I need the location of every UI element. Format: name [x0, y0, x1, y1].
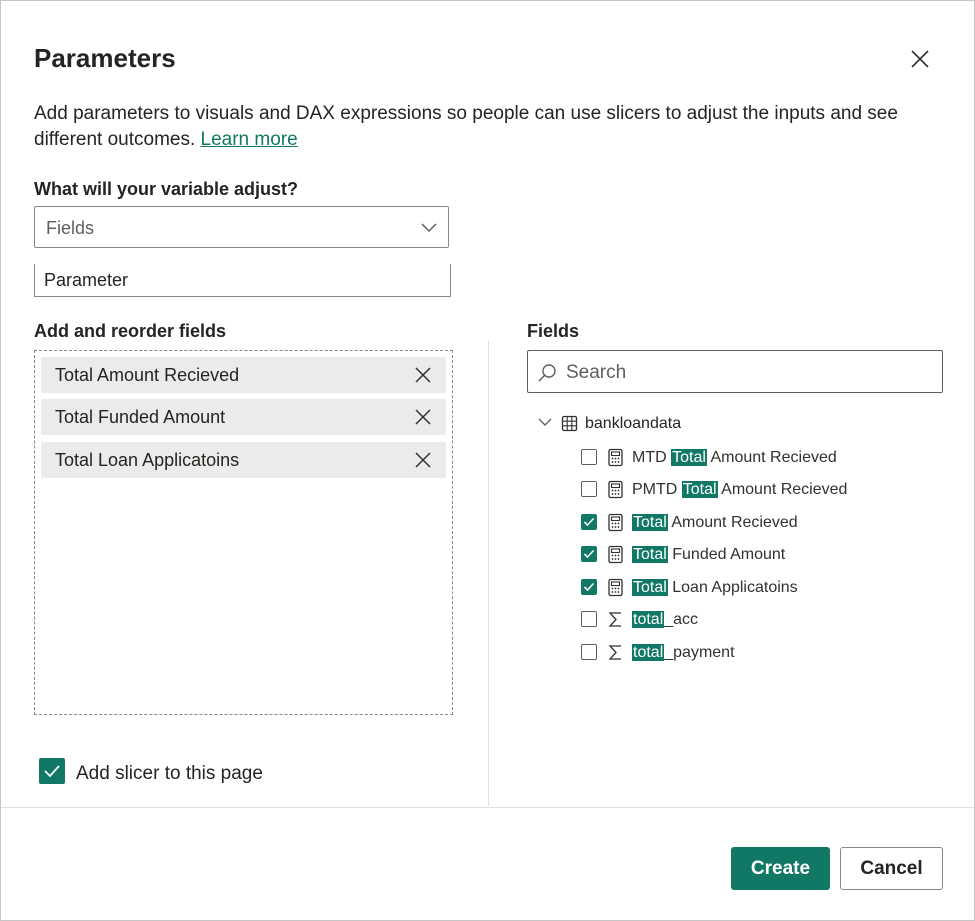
calculator-icon: [607, 448, 624, 472]
dialog-title: Parameters: [34, 43, 176, 73]
reorder-fields-label: Add and reorder fields: [34, 321, 227, 341]
field-label: Total Funded Amount: [632, 546, 785, 564]
search-match-highlight: total: [632, 611, 665, 628]
search-match-highlight: Total: [632, 579, 668, 596]
checkmark-icon: [44, 765, 60, 778]
field-checkbox[interactable]: [581, 644, 597, 660]
remove-icon[interactable]: [413, 365, 433, 385]
field-chip-label: Total Funded Amount: [55, 407, 226, 427]
field-chip[interactable]: Total Amount Recieved: [41, 357, 446, 393]
calculator-icon: [607, 480, 624, 504]
close-icon: [911, 50, 929, 68]
field-label-suffix: Loan Applicatoins: [667, 579, 798, 596]
field-chip[interactable]: Total Funded Amount: [41, 399, 446, 435]
learn-more-link[interactable]: Learn more: [201, 129, 298, 150]
field-label: Total Loan Applicatoins: [632, 579, 798, 597]
field-label-prefix: MTD: [632, 449, 672, 466]
search-icon: [538, 364, 556, 382]
field-checkbox[interactable]: [581, 579, 597, 595]
checkmark-icon: [583, 582, 595, 592]
variable-label: What will your variable adjust?: [34, 179, 299, 199]
field-label: Total Amount Recieved: [632, 514, 798, 532]
calculator-icon: [607, 513, 624, 537]
field-label: PMTD Total Amount Recieved: [632, 481, 847, 499]
field-label: total_acc: [632, 611, 698, 629]
calculator-icon: [607, 578, 624, 602]
fields-panel-label: Fields: [527, 321, 580, 341]
parameter-name-input[interactable]: [34, 264, 451, 297]
search-match-highlight: Total: [632, 514, 668, 531]
sigma-icon: [607, 610, 624, 634]
chevron-down-icon[interactable]: [537, 416, 553, 428]
field-label: total_payment: [632, 644, 735, 662]
parameters-dialog: Parameters Add parameters to visuals and…: [0, 0, 975, 921]
footer-divider: [1, 807, 974, 808]
field-chip[interactable]: Total Loan Applicatoins: [41, 442, 446, 478]
close-button[interactable]: [906, 45, 934, 73]
calculator-icon: [607, 545, 624, 569]
cancel-button[interactable]: Cancel: [840, 847, 943, 890]
search-match-highlight: Total: [671, 449, 707, 466]
remove-icon[interactable]: [413, 450, 433, 470]
field-label-suffix: Amount Recieved: [706, 449, 837, 466]
chevron-down-icon: [421, 223, 437, 233]
field-checkbox[interactable]: [581, 514, 597, 530]
variable-dropdown-value: Fields: [46, 218, 95, 238]
search-match-highlight: Total: [632, 546, 668, 563]
create-button[interactable]: Create: [731, 847, 830, 890]
dialog-description: Add parameters to visuals and DAX expres…: [34, 101, 934, 153]
field-label-suffix: Funded Amount: [667, 546, 786, 563]
checkmark-icon: [583, 517, 595, 527]
field-label: MTD Total Amount Recieved: [632, 449, 837, 467]
description-text: Add parameters to visuals and DAX expres…: [34, 103, 898, 150]
field-checkbox[interactable]: [581, 546, 597, 562]
table-name: bankloandata: [585, 415, 682, 432]
field-label-suffix: Amount Recieved: [717, 481, 848, 498]
remove-icon[interactable]: [413, 407, 433, 427]
search-match-highlight: Total: [681, 481, 718, 498]
field-chip-label: Total Amount Recieved: [55, 365, 240, 385]
add-slicer-label: Add slicer to this page: [76, 763, 263, 784]
field-label-suffix: Amount Recieved: [667, 514, 798, 531]
field-checkbox[interactable]: [581, 449, 597, 465]
table-icon: [561, 415, 578, 432]
sigma-icon: [607, 643, 624, 667]
checkmark-icon: [583, 549, 595, 559]
fields-search-box[interactable]: [527, 350, 943, 393]
field-chip-label: Total Loan Applicatoins: [55, 450, 240, 470]
variable-dropdown[interactable]: Fields: [34, 206, 449, 248]
vertical-divider: [488, 341, 489, 806]
reorder-fields-box[interactable]: Total Amount Recieved Total Funded Amoun…: [34, 350, 453, 715]
search-match-highlight: total: [632, 644, 665, 661]
field-checkbox[interactable]: [581, 611, 597, 627]
field-checkbox[interactable]: [581, 481, 597, 497]
field-label-suffix: _payment: [664, 644, 735, 661]
field-label-prefix: PMTD: [632, 481, 682, 498]
search-input[interactable]: [564, 357, 928, 389]
add-slicer-checkbox[interactable]: [39, 758, 65, 784]
field-label-suffix: _acc: [664, 611, 699, 628]
